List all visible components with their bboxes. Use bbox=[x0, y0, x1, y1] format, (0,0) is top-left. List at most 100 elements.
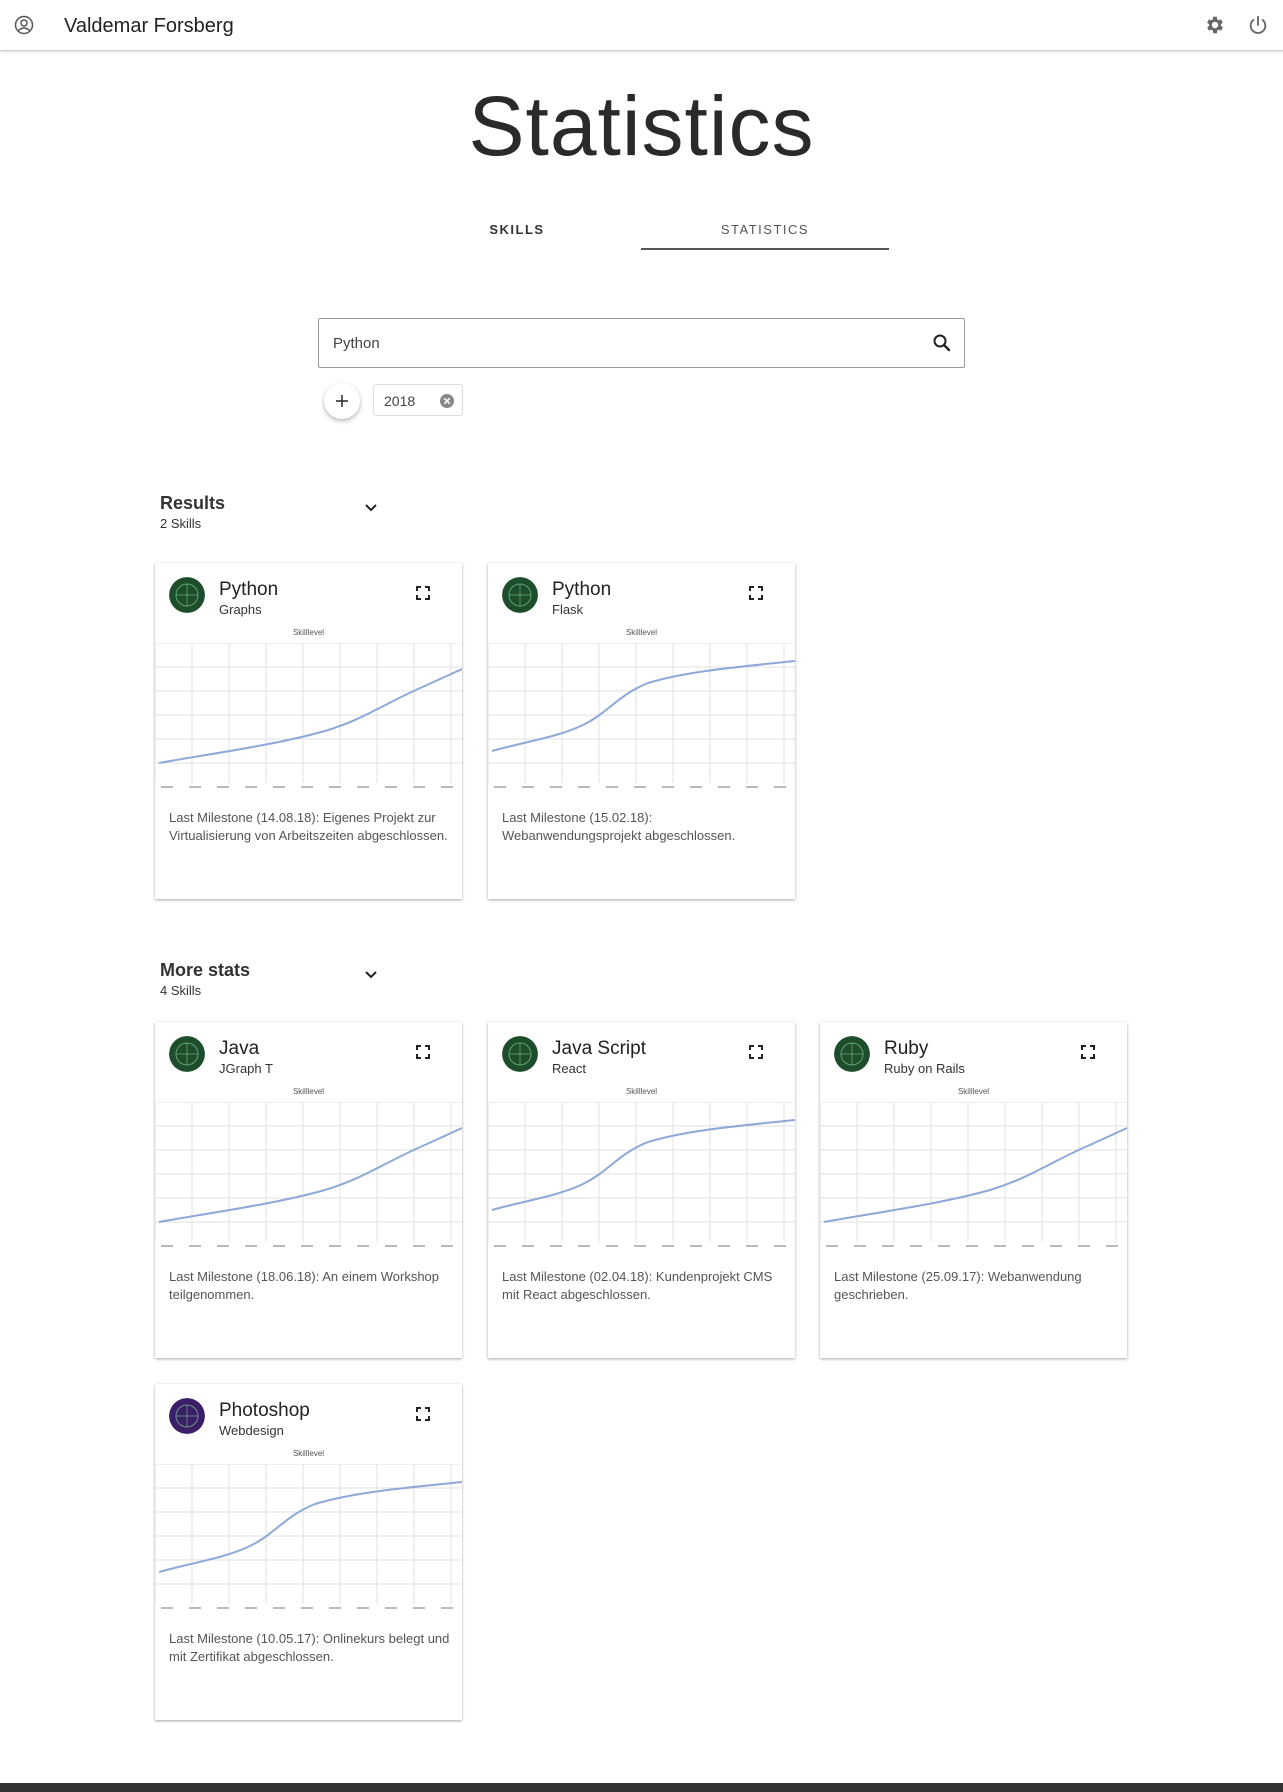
x-tick-label bbox=[774, 1245, 786, 1247]
section-title: More stats bbox=[160, 960, 251, 980]
skill-level-line bbox=[158, 1127, 462, 1223]
skill-subtitle: JGraph T bbox=[219, 1061, 273, 1076]
fullscreen-icon[interactable] bbox=[415, 1044, 431, 1060]
x-tick-label bbox=[245, 786, 257, 788]
x-tick-label bbox=[550, 786, 562, 788]
x-tick-label bbox=[662, 786, 674, 788]
x-tick-label bbox=[634, 786, 646, 788]
skill-chart bbox=[155, 1102, 462, 1247]
skill-subtitle: Ruby on Rails bbox=[884, 1061, 965, 1076]
power-icon[interactable] bbox=[1247, 14, 1269, 36]
fullscreen-icon[interactable] bbox=[1080, 1044, 1096, 1060]
skill-chart bbox=[155, 1464, 462, 1609]
footer-bar bbox=[0, 1783, 1283, 1792]
chip-label: 2018 bbox=[384, 393, 416, 409]
x-tick-label bbox=[273, 1607, 285, 1609]
x-tick-label bbox=[189, 786, 201, 788]
last-milestone: Last Milestone (10.05.17): Onlinekurs be… bbox=[169, 1631, 450, 1664]
top-bar: Valdemar Forsberg bbox=[0, 0, 1283, 51]
x-tick-label bbox=[273, 786, 285, 788]
x-tick-label bbox=[413, 786, 425, 788]
x-tick-label bbox=[578, 786, 590, 788]
x-tick-label bbox=[329, 786, 341, 788]
skill-card[interactable]: Python Graphs Skilllevel Last Milestone … bbox=[155, 563, 462, 899]
x-tick-label bbox=[385, 1245, 397, 1247]
x-tick-label bbox=[413, 1607, 425, 1609]
x-tick-label bbox=[826, 1245, 838, 1247]
x-tick-label bbox=[578, 1245, 590, 1247]
gear-icon[interactable] bbox=[1204, 14, 1226, 36]
skill-card[interactable]: Java JGraph T Skilllevel Last Milestone … bbox=[155, 1022, 462, 1358]
x-tick-label bbox=[494, 786, 506, 788]
skill-card[interactable]: Java Script React Skilllevel Last Milest… bbox=[488, 1022, 795, 1358]
x-tick-label bbox=[774, 786, 786, 788]
skill-name: Photoshop bbox=[219, 1400, 310, 1421]
active-tab-indicator bbox=[641, 248, 889, 250]
x-tick-label bbox=[329, 1607, 341, 1609]
plus-icon bbox=[336, 395, 348, 407]
x-tick-label bbox=[994, 1245, 1006, 1247]
chart-title: Skilllevel bbox=[957, 1087, 990, 1096]
close-icon[interactable] bbox=[440, 394, 454, 408]
x-tick-label bbox=[1050, 1245, 1062, 1247]
skill-chart bbox=[155, 643, 462, 788]
search-icon[interactable] bbox=[932, 333, 952, 353]
user-account-icon[interactable] bbox=[14, 15, 34, 35]
page-title: Statistics bbox=[468, 79, 815, 173]
x-tick-label bbox=[441, 1245, 453, 1247]
search-input[interactable]: Python bbox=[318, 318, 965, 368]
x-tick-label bbox=[161, 786, 173, 788]
skill-name: Java bbox=[219, 1038, 260, 1059]
tab-statistics[interactable]: STATISTICS bbox=[641, 222, 889, 237]
section-title: Results bbox=[160, 493, 226, 513]
fullscreen-icon[interactable] bbox=[748, 585, 764, 601]
fullscreen-icon[interactable] bbox=[748, 1044, 764, 1060]
skill-card[interactable]: Python Flask Skilllevel Last Milestone (… bbox=[488, 563, 795, 899]
x-tick-label bbox=[357, 786, 369, 788]
x-tick-label bbox=[217, 1607, 229, 1609]
x-tick-label bbox=[217, 1245, 229, 1247]
x-tick-label bbox=[357, 1607, 369, 1609]
x-tick-label bbox=[161, 1607, 173, 1609]
x-tick-label bbox=[441, 786, 453, 788]
x-tick-label bbox=[1022, 1245, 1034, 1247]
x-tick-label bbox=[522, 1245, 534, 1247]
last-milestone: Last Milestone (14.08.18): Eigenes Proje… bbox=[169, 810, 448, 843]
x-tick-label bbox=[854, 1245, 866, 1247]
chevron-down-icon[interactable] bbox=[363, 966, 379, 982]
skill-subtitle: Graphs bbox=[219, 602, 262, 617]
x-tick-label bbox=[1106, 1245, 1118, 1247]
last-milestone: Last Milestone (25.09.17): Webanwendung … bbox=[834, 1269, 1082, 1302]
x-tick-label bbox=[494, 1245, 506, 1247]
skill-level-line bbox=[158, 668, 462, 764]
x-tick-label bbox=[662, 1245, 674, 1247]
skill-subtitle: Webdesign bbox=[219, 1423, 284, 1438]
skill-level-line bbox=[491, 660, 795, 752]
x-tick-label bbox=[746, 1245, 758, 1247]
x-tick-label bbox=[634, 1245, 646, 1247]
x-tick-label bbox=[966, 1245, 978, 1247]
fullscreen-icon[interactable] bbox=[415, 1406, 431, 1422]
tab-skills[interactable]: SKILLS bbox=[393, 222, 641, 237]
chart-title: Skilllevel bbox=[625, 1087, 658, 1096]
last-milestone: Last Milestone (02.04.18): Kundenprojekt… bbox=[502, 1269, 773, 1302]
x-tick-label bbox=[273, 1245, 285, 1247]
section-header-more-stats: More stats 4 Skills bbox=[160, 960, 250, 998]
chart-title: Skilllevel bbox=[625, 628, 658, 637]
x-tick-label bbox=[746, 786, 758, 788]
x-tick-label bbox=[217, 786, 229, 788]
x-tick-label bbox=[385, 786, 397, 788]
filter-chip-year[interactable]: 2018 bbox=[373, 384, 463, 416]
fullscreen-icon[interactable] bbox=[415, 585, 431, 601]
skill-avatar bbox=[169, 1036, 205, 1072]
skill-avatar bbox=[169, 577, 205, 613]
x-tick-label bbox=[522, 786, 534, 788]
skill-card[interactable]: Ruby Ruby on Rails Skilllevel Last Miles… bbox=[820, 1022, 1127, 1358]
x-tick-label bbox=[301, 1607, 313, 1609]
x-tick-label bbox=[718, 786, 730, 788]
add-filter-button[interactable] bbox=[324, 383, 360, 419]
skill-card[interactable]: Photoshop Webdesign Skilllevel Last Mile… bbox=[155, 1384, 462, 1720]
x-tick-label bbox=[301, 1245, 313, 1247]
skill-subtitle: Flask bbox=[552, 602, 584, 617]
chevron-down-icon[interactable] bbox=[363, 499, 379, 515]
